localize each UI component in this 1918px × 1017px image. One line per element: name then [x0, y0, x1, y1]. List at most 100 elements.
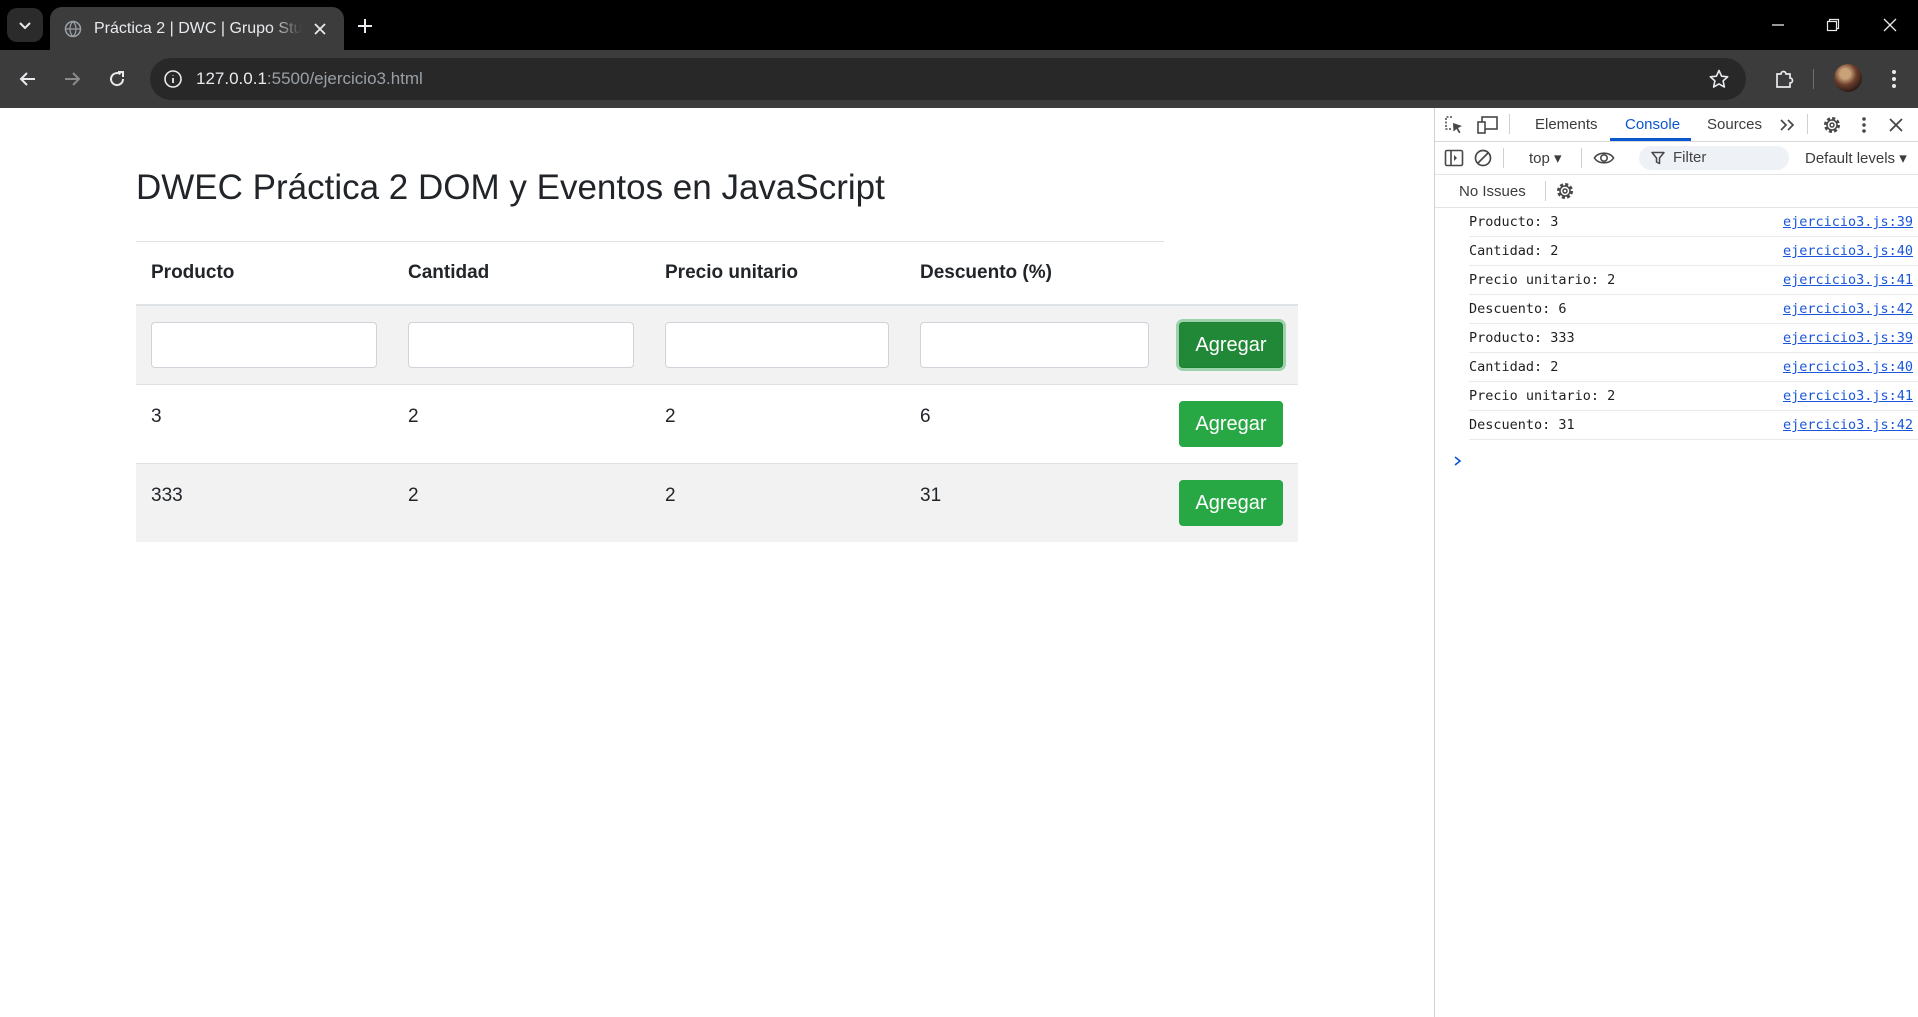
page-title: DWEC Práctica 2 DOM y Eventos en JavaScr…	[136, 168, 885, 207]
cell-precio-unitario: 2	[650, 463, 905, 542]
console-log-list: Producto: 3 ejercicio3.js:39 Cantidad: 2…	[1435, 208, 1918, 440]
log-text: Descuento: 6	[1469, 301, 1567, 317]
issues-counter[interactable]: No Issues	[1459, 183, 1526, 200]
table-row: 3 2 2 6 Agregar	[136, 384, 1298, 464]
log-source-link[interactable]: ejercicio3.js:42	[1783, 301, 1913, 317]
console-message: Cantidad: 2 ejercicio3.js:40	[1469, 237, 1918, 266]
log-levels-dropdown[interactable]: Default levels ▾	[1805, 149, 1907, 167]
devtools-menu-icon[interactable]	[1853, 114, 1875, 136]
browser-tab[interactable]: Práctica 2 | DWC | Grupo Studium	[50, 7, 344, 50]
clear-console-icon[interactable]	[1472, 147, 1494, 169]
log-text: Producto: 333	[1469, 330, 1575, 346]
url-host: 127.0.0.1	[196, 69, 267, 88]
forward-button[interactable]	[56, 63, 88, 95]
agregar-button[interactable]: Agregar	[1179, 401, 1283, 447]
console-message: Cantidad: 2 ejercicio3.js:40	[1469, 353, 1918, 382]
tab-elements[interactable]: Elements	[1535, 116, 1598, 133]
column-header-descuento: Descuento (%)	[905, 241, 1164, 306]
log-text: Cantidad: 2	[1469, 359, 1559, 375]
new-tab-button[interactable]	[351, 12, 379, 40]
log-source-link[interactable]: ejercicio3.js:39	[1783, 330, 1913, 346]
console-message: Producto: 3 ejercicio3.js:39	[1469, 208, 1918, 237]
log-source-link[interactable]: ejercicio3.js:42	[1783, 417, 1913, 433]
chevron-down-icon	[19, 22, 31, 30]
log-source-link[interactable]: ejercicio3.js:40	[1783, 243, 1913, 259]
settings-gear-icon[interactable]	[1821, 114, 1843, 136]
console-settings-icon[interactable]	[1554, 180, 1576, 202]
page-viewport: DWEC Práctica 2 DOM y Eventos en JavaScr…	[0, 108, 1434, 1017]
sidebar-toggle-icon[interactable]	[1443, 147, 1465, 169]
devtools-divider	[1545, 181, 1546, 201]
log-text: Producto: 3	[1469, 214, 1559, 230]
console-message: Descuento: 6 ejercicio3.js:42	[1469, 295, 1918, 324]
cell-descuento: 6	[905, 384, 1164, 464]
devtools-divider	[1509, 114, 1510, 134]
kebab-menu-icon	[1892, 70, 1896, 88]
precio-unitario-input[interactable]	[665, 322, 889, 368]
producto-input[interactable]	[151, 322, 377, 368]
cantidad-input[interactable]	[408, 322, 634, 368]
reload-button[interactable]	[101, 63, 133, 95]
close-tab-icon[interactable]	[310, 19, 330, 39]
bookmark-star-icon[interactable]	[1708, 68, 1730, 90]
agregar-button[interactable]: Agregar	[1179, 322, 1283, 368]
console-message: Producto: 333 ejercicio3.js:39	[1469, 324, 1918, 353]
console-message: Precio unitario: 2 ejercicio3.js:41	[1469, 266, 1918, 295]
console-prompt[interactable]	[1453, 455, 1463, 467]
reload-icon	[110, 71, 125, 87]
tab-search-button[interactable]	[7, 8, 43, 42]
console-filter-input[interactable]: Filter	[1639, 146, 1789, 170]
cell-cantidad: 2	[393, 384, 650, 464]
inspect-element-icon[interactable]	[1443, 114, 1465, 136]
filter-placeholder: Filter	[1673, 149, 1707, 166]
log-source-link[interactable]: ejercicio3.js:41	[1783, 272, 1913, 288]
close-devtools-icon[interactable]	[1885, 114, 1907, 136]
devtools-panel: Elements Console Sources top ▾ Filter De…	[1434, 108, 1918, 1017]
filter-icon	[1651, 151, 1665, 165]
globe-icon	[64, 20, 82, 37]
log-source-link[interactable]: ejercicio3.js:40	[1783, 359, 1913, 375]
device-toolbar-icon[interactable]	[1477, 114, 1499, 136]
puzzle-icon	[1776, 70, 1794, 88]
profile-avatar[interactable]	[1834, 64, 1862, 92]
devtools-divider	[1581, 148, 1582, 168]
url-path: :5500/ejercicio3.html	[266, 69, 423, 88]
site-info-icon[interactable]	[162, 68, 184, 90]
url-text: 127.0.0.1:5500/ejercicio3.html	[196, 69, 423, 89]
close-icon	[1883, 18, 1897, 32]
context-selector[interactable]: top ▾	[1529, 149, 1562, 167]
more-tabs-icon[interactable]	[1777, 114, 1799, 136]
tab-title: Práctica 2 | DWC | Grupo Studium	[94, 19, 302, 37]
log-source-link[interactable]: ejercicio3.js:39	[1783, 214, 1913, 230]
extensions-button[interactable]	[1768, 63, 1800, 95]
log-levels-value: Default levels	[1805, 150, 1896, 167]
arrow-left-icon	[19, 72, 35, 86]
arrow-right-icon	[65, 72, 81, 86]
console-message: Precio unitario: 2 ejercicio3.js:41	[1469, 382, 1918, 411]
input-row: Agregar	[136, 304, 1298, 385]
devtools-divider	[1807, 114, 1808, 134]
browser-menu-button[interactable]	[1878, 63, 1910, 95]
column-header-producto: Producto	[136, 241, 393, 306]
back-button[interactable]	[12, 63, 44, 95]
prompt-chevron-icon	[1454, 456, 1462, 466]
log-text: Precio unitario: 2	[1469, 388, 1616, 404]
descuento-input[interactable]	[920, 322, 1149, 368]
console-message: Descuento: 31 ejercicio3.js:42	[1469, 411, 1918, 440]
restore-button[interactable]	[1815, 10, 1851, 40]
tab-console[interactable]: Console	[1625, 116, 1680, 133]
minimize-button[interactable]	[1760, 10, 1796, 40]
eye-icon[interactable]	[1593, 147, 1615, 169]
plus-icon	[358, 19, 372, 33]
agregar-button[interactable]: Agregar	[1179, 480, 1283, 526]
tab-sources[interactable]: Sources	[1707, 116, 1762, 133]
address-bar[interactable]: 127.0.0.1:5500/ejercicio3.html	[150, 58, 1746, 100]
cell-descuento: 31	[905, 463, 1164, 542]
log-source-link[interactable]: ejercicio3.js:41	[1783, 388, 1913, 404]
close-window-button[interactable]	[1872, 10, 1908, 40]
cell-producto: 333	[136, 463, 393, 542]
table-header-row: Producto Cantidad Precio unitario Descue…	[136, 241, 1298, 306]
active-tab-indicator	[1610, 138, 1691, 141]
browser-toolbar: 127.0.0.1:5500/ejercicio3.html	[0, 50, 1918, 108]
column-header-cantidad: Cantidad	[393, 241, 650, 306]
